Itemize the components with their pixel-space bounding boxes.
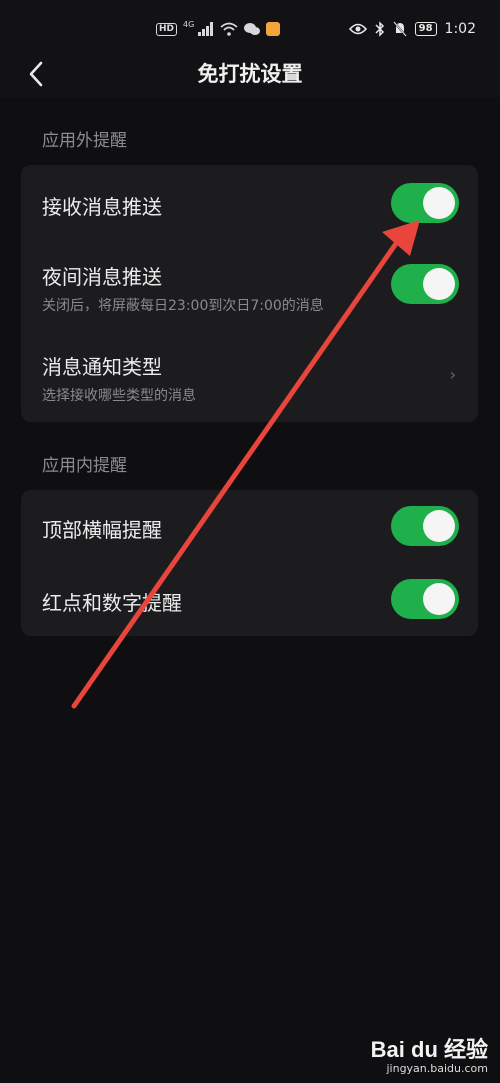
toggle-knob bbox=[423, 510, 455, 542]
hd-badge: HD bbox=[156, 22, 178, 36]
wifi-icon bbox=[220, 22, 238, 36]
wechat-icon bbox=[244, 23, 261, 35]
page-title: 免打扰设置 bbox=[197, 62, 303, 86]
toggle-knob bbox=[423, 187, 455, 219]
row-title: 夜间消息推送 bbox=[42, 265, 162, 289]
watermark-logo: Bai du 经验 bbox=[370, 1037, 488, 1062]
receive-push-toggle[interactable] bbox=[391, 183, 459, 223]
eye-icon bbox=[348, 23, 367, 35]
row-title: 顶部横幅提醒 bbox=[42, 518, 162, 542]
toggle-knob bbox=[423, 583, 455, 615]
row-subtitle: 选择接收哪些类型的消息 bbox=[42, 388, 196, 404]
row-top-banner[interactable]: 顶部横幅提醒 bbox=[21, 490, 478, 563]
red-dot-toggle[interactable] bbox=[391, 579, 459, 619]
watermark: Bai du 经验 jingyan.baidu.com bbox=[371, 1032, 488, 1075]
row-subtitle: 关闭后，将屏蔽每日23:00到次日7:00的消息 bbox=[42, 298, 324, 314]
battery-level: 98 bbox=[414, 22, 437, 36]
row-notification-type[interactable]: 消息通知类型 选择接收哪些类型的消息 › bbox=[21, 329, 478, 422]
row-title: 红点和数字提醒 bbox=[42, 591, 182, 615]
night-push-toggle[interactable] bbox=[391, 264, 459, 304]
settings-card-in-app: 顶部横幅提醒 红点和数字提醒 bbox=[21, 490, 478, 636]
toggle-knob bbox=[423, 268, 455, 300]
row-red-dot-badge[interactable]: 红点和数字提醒 bbox=[21, 563, 478, 636]
section-label-in-app: 应用内提醒 bbox=[42, 456, 127, 476]
row-title: 接收消息推送 bbox=[42, 195, 162, 219]
signal-icon bbox=[198, 22, 214, 36]
network-type: 4G bbox=[183, 19, 195, 29]
row-title: 消息通知类型 bbox=[42, 355, 162, 379]
row-night-push[interactable]: 夜间消息推送 关闭后，将屏蔽每日23:00到次日7:00的消息 bbox=[21, 239, 478, 329]
mute-bell-icon bbox=[392, 21, 407, 37]
watermark-url: jingyan.baidu.com bbox=[386, 1062, 488, 1075]
top-app-bar: 免打扰设置 bbox=[0, 56, 500, 98]
row-receive-push[interactable]: 接收消息推送 bbox=[21, 165, 478, 239]
section-label-outside-app: 应用外提醒 bbox=[42, 131, 127, 151]
app-notification-icon bbox=[266, 22, 281, 36]
settings-card-outside-app: 接收消息推送 夜间消息推送 关闭后，将屏蔽每日23:00到次日7:00的消息 消… bbox=[21, 165, 478, 422]
top-banner-toggle[interactable] bbox=[391, 506, 459, 546]
status-left-icons: HD 4G bbox=[156, 18, 281, 40]
clock: 1:02 bbox=[444, 21, 476, 37]
bluetooth-icon bbox=[375, 21, 384, 37]
status-bar: HD 4G 98 1:02 bbox=[0, 0, 500, 56]
status-right-icons: 98 1:02 bbox=[348, 18, 476, 40]
chevron-right-icon: › bbox=[449, 365, 456, 384]
